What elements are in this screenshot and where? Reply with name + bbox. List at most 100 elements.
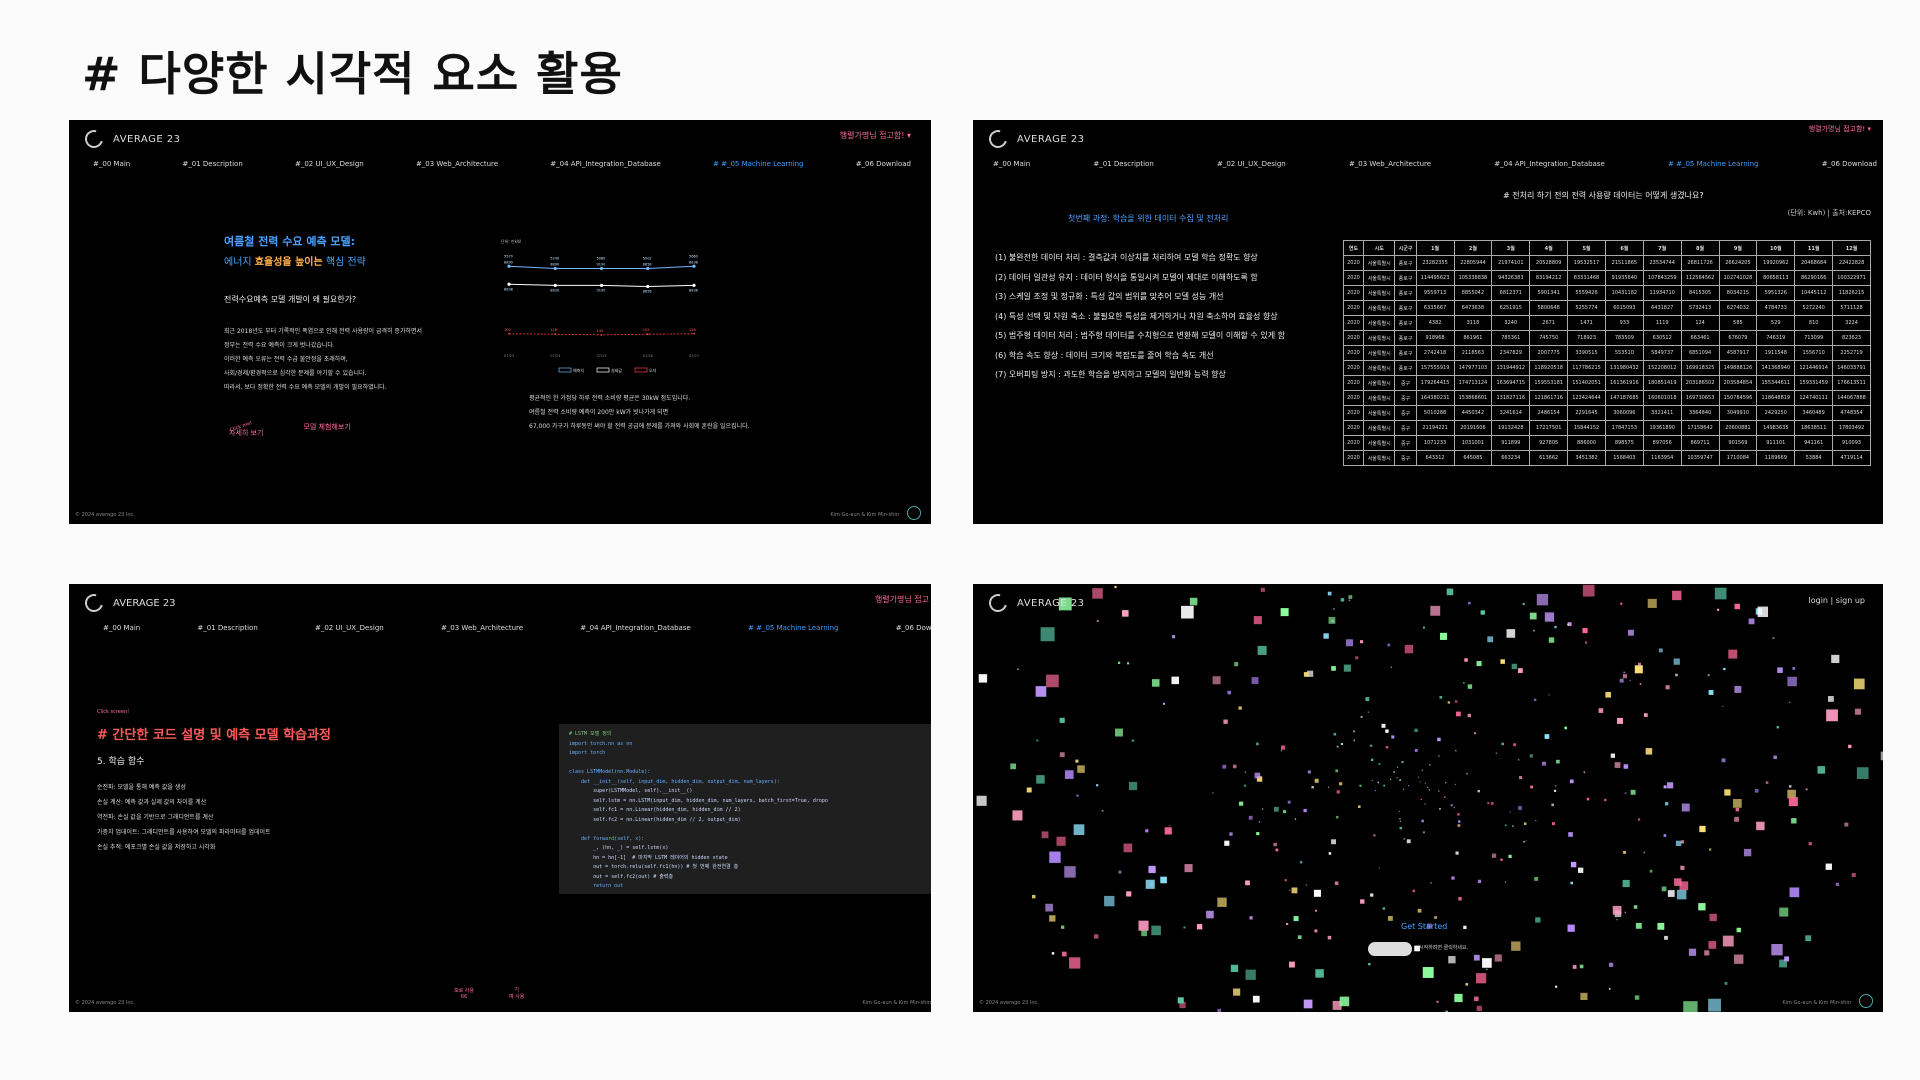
series-point-2: [693, 332, 695, 335]
login-signup-link[interactable]: login | sign up: [1809, 596, 1866, 605]
chat-icon[interactable]: [907, 506, 921, 520]
series-point-1: [692, 283, 696, 287]
particle: [1328, 617, 1336, 624]
details-link[interactable]: Click me! 자세히 보기: [229, 420, 263, 438]
table-row: 2020 서울특별시 중구 179264415 174713124 163694715 15…: [1343, 375, 1871, 391]
particle: [1649, 869, 1653, 873]
nav-download[interactable]: #_06 Download: [1822, 160, 1877, 168]
series-label-1: 8838: [689, 288, 698, 292]
particle: [1447, 701, 1450, 704]
code-block[interactable]: # LSTM 모델 정의 import torch.nn as nn import …: [559, 724, 931, 894]
table-cell: 118920518: [1529, 360, 1569, 376]
table-cell: 713099: [1794, 330, 1834, 346]
nav-main[interactable]: #_00 Main: [103, 624, 140, 632]
particle: [1249, 916, 1253, 920]
table-cell: 161361916: [1604, 375, 1644, 391]
nav-uiux[interactable]: #_02 UI_UX_Design: [1217, 160, 1286, 168]
particle: [1073, 824, 1085, 836]
particle: [1674, 878, 1682, 886]
table-cell: 22422828: [1832, 255, 1871, 271]
series-label-2: 118: [550, 328, 557, 332]
table-row: 2020 서울특별시 중구 21194221 20191606 19132428 17217…: [1343, 420, 1871, 436]
nav-ml[interactable]: # #_05 Machine Learning: [748, 624, 839, 632]
user-menu[interactable]: 행렬가명님 접고: [875, 594, 929, 605]
nav-description[interactable]: #_01 Description: [197, 624, 257, 632]
particle: [1368, 962, 1371, 966]
particle: [1273, 842, 1277, 847]
particle: [1424, 803, 1426, 805]
table-cell: 150784596: [1718, 390, 1758, 406]
particle: [1638, 818, 1641, 821]
nav-description[interactable]: #_01 Description: [182, 160, 242, 168]
nav-description[interactable]: #_01 Description: [1093, 160, 1153, 168]
brand[interactable]: AVERAGE 23: [81, 126, 181, 152]
table-cell: 서울특별시: [1362, 345, 1396, 361]
table-cell: 5901341: [1529, 285, 1569, 301]
brand[interactable]: AVERAGE 23: [985, 126, 1085, 152]
particle: [1455, 749, 1457, 752]
table-cell: 14983635: [1756, 420, 1796, 436]
user-menu[interactable]: 행렬가명님 접고함! ▾: [1809, 124, 1871, 134]
table-cell: 3451382: [1567, 450, 1606, 466]
particle: [1454, 783, 1456, 785]
user-menu[interactable]: 행렬가명님 접고함! ▾: [840, 130, 911, 141]
code-line: hn = hn[-1] # 마지막 LSTM 레이어의 hidden state: [569, 854, 728, 861]
table-cell: 21974101: [1491, 255, 1531, 271]
particle: [1605, 691, 1611, 698]
nav-ml[interactable]: # #_05 Machine Learning: [713, 160, 804, 168]
particle: [1789, 701, 1791, 703]
nav-download[interactable]: #_06 Download: [856, 160, 911, 168]
particle: [1616, 717, 1623, 724]
particle: [1672, 590, 1682, 601]
nav-api[interactable]: #_04 API_Integration_Database: [580, 624, 691, 632]
try-model-link[interactable]: 모델 체험해보기: [303, 422, 350, 438]
table-cell: 17847153: [1604, 420, 1644, 436]
particle: [1423, 626, 1425, 629]
particle: [1754, 789, 1759, 793]
particle: [1408, 785, 1410, 787]
nav-download[interactable]: #_06 Download: [896, 624, 931, 632]
nav-uiux[interactable]: #_02 UI_UX_Design: [295, 160, 364, 168]
particle: [1377, 781, 1380, 784]
table-cell: 6851094: [1680, 345, 1720, 361]
particle: [1315, 909, 1317, 912]
nav-architecture[interactable]: #_03 Web_Architecture: [1349, 160, 1431, 168]
particle: [1721, 758, 1726, 763]
table-cell: 21511865: [1604, 255, 1644, 271]
particle: [1722, 705, 1724, 707]
nav-api[interactable]: #_04 API_Integration_Database: [550, 160, 661, 168]
nav-ml[interactable]: # #_05 Machine Learning: [1668, 160, 1759, 168]
table-cell: 20528809: [1529, 255, 1569, 271]
nav-api[interactable]: #_04 API_Integration_Database: [1494, 160, 1605, 168]
intro-paragraph: 최근 2018년도 부터 기록적인 폭염으로 인해 전력 사용량이 급격히 증가…: [224, 328, 423, 391]
chat-icon[interactable]: [1859, 994, 1873, 1008]
nav-main[interactable]: #_00 Main: [93, 160, 130, 168]
get-started-button[interactable]: [1368, 942, 1412, 956]
particle: [1261, 808, 1264, 810]
particle: [1183, 926, 1186, 929]
nav-architecture[interactable]: #_03 Web_Architecture: [441, 624, 523, 632]
table-cell: 서울특별시: [1362, 360, 1396, 376]
table-cell: 112564562: [1680, 270, 1720, 286]
particle: [1680, 840, 1685, 844]
particle: [1856, 767, 1869, 779]
particle: [1580, 992, 1588, 1001]
code-line: self.fc1 = nn.Linear(hidden_dim, hidden_…: [569, 807, 741, 813]
nav-main[interactable]: #_00 Main: [993, 160, 1030, 168]
particle: [1069, 957, 1081, 969]
table-cell: 105338838: [1453, 270, 1493, 286]
particle: [1305, 884, 1308, 886]
nav-architecture[interactable]: #_03 Web_Architecture: [416, 160, 498, 168]
particle: [1010, 763, 1017, 770]
particle: [1661, 886, 1667, 892]
brand[interactable]: AVERAGE 23: [985, 590, 1085, 616]
particle: [1506, 629, 1516, 638]
series-label-2: 140: [597, 329, 604, 333]
table-cell: 169918325: [1680, 360, 1720, 376]
click-hint: Click screen!: [97, 709, 130, 715]
nav-uiux[interactable]: #_02 UI_UX_Design: [315, 624, 384, 632]
table-cell: 서울특별시: [1362, 420, 1396, 436]
table-cell: 131944912: [1491, 360, 1531, 376]
table-cell: 종로구: [1394, 270, 1417, 286]
brand[interactable]: AVERAGE 23: [81, 590, 176, 616]
